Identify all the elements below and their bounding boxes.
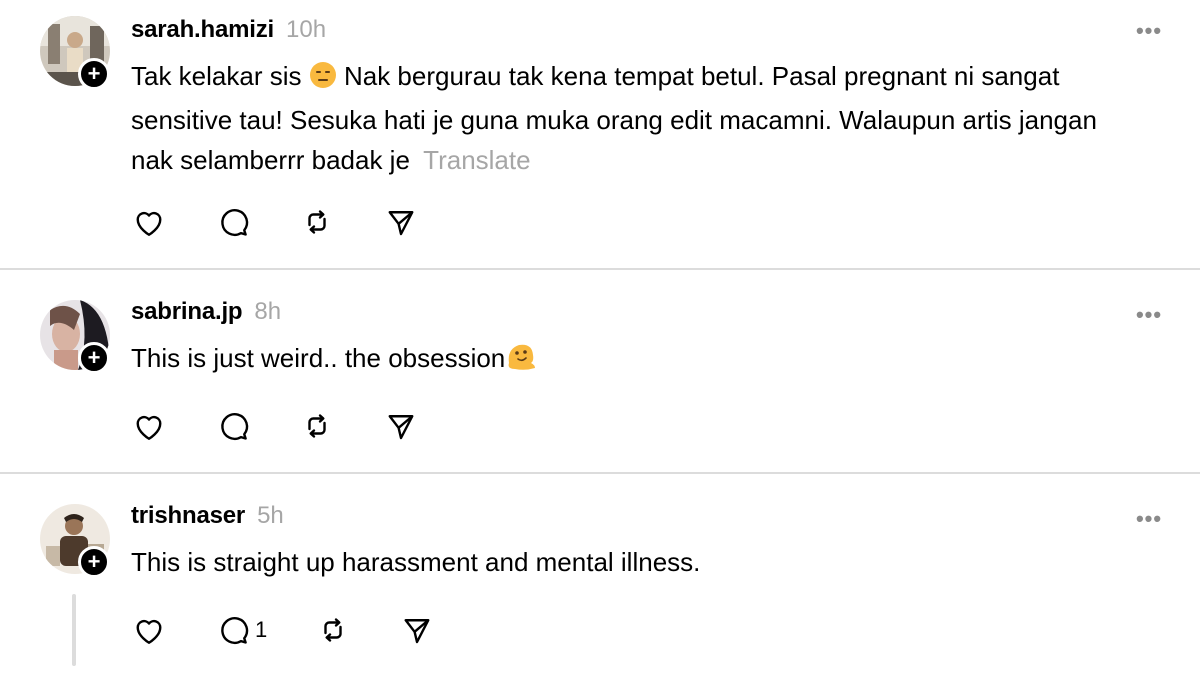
thread-line: [72, 594, 76, 666]
comment-feed: + sarah.hamizi 10h ••• Tak kelakar sis N…: [0, 0, 1200, 673]
post-text-part: This is just weird.. the obsession: [131, 343, 506, 373]
share-button[interactable]: [383, 406, 467, 446]
post-text-part: This is straight up harassment and menta…: [131, 547, 701, 577]
repost-icon: [315, 612, 351, 648]
comment-icon: [215, 612, 251, 648]
post-text: This is straight up harassment and menta…: [131, 542, 1131, 582]
reply-button[interactable]: [215, 202, 299, 242]
post-text: This is just weird.. the obsession: [131, 338, 1131, 382]
avatar-wrap[interactable]: +: [40, 300, 110, 374]
like-button[interactable]: [131, 202, 215, 242]
like-button[interactable]: [131, 406, 215, 446]
more-icon[interactable]: •••: [1134, 508, 1164, 534]
send-icon: [383, 408, 419, 444]
action-bar: [131, 202, 467, 242]
comment-icon: [215, 408, 251, 444]
more-icon[interactable]: •••: [1134, 304, 1164, 330]
heart-icon: [131, 408, 167, 444]
like-button[interactable]: [131, 610, 215, 650]
send-icon: [383, 204, 419, 240]
avatar-wrap[interactable]: +: [40, 16, 110, 90]
action-bar: [131, 406, 467, 446]
comment-icon: [215, 204, 251, 240]
post-header: sabrina.jp 8h: [131, 298, 281, 332]
send-icon: [399, 612, 435, 648]
repost-icon: [299, 408, 335, 444]
timestamp[interactable]: 5h: [257, 502, 284, 530]
post-header: trishnaser 5h: [131, 502, 284, 536]
heart-icon: [131, 204, 167, 240]
username[interactable]: sarah.hamizi: [131, 16, 274, 44]
post-sabrina-jp: + sabrina.jp 8h ••• This is just weird..…: [0, 270, 1200, 472]
share-button[interactable]: [383, 202, 467, 242]
expressionless-face-emoji-icon: [309, 60, 337, 100]
avatar-wrap[interactable]: +: [40, 504, 110, 578]
repost-icon: [299, 204, 335, 240]
post-sarah-hamizi: + sarah.hamizi 10h ••• Tak kelakar sis N…: [0, 0, 1200, 268]
reply-count[interactable]: 1: [255, 617, 267, 643]
follow-plus-icon[interactable]: +: [78, 58, 110, 90]
more-icon[interactable]: •••: [1134, 20, 1164, 46]
heart-icon: [131, 612, 167, 648]
post-trishnaser: + trishnaser 5h ••• This is straight up …: [0, 474, 1200, 673]
post-text-part: Tak kelakar sis: [131, 61, 309, 91]
melting-face-emoji-icon: [505, 341, 537, 382]
repost-button[interactable]: [315, 610, 399, 650]
username[interactable]: trishnaser: [131, 502, 245, 530]
follow-plus-icon[interactable]: +: [78, 546, 110, 578]
timestamp[interactable]: 10h: [286, 16, 326, 44]
action-bar: 1: [131, 610, 483, 650]
post-text: Tak kelakar sis Nak bergurau tak kena te…: [131, 56, 1131, 180]
follow-plus-icon[interactable]: +: [78, 342, 110, 374]
post-header: sarah.hamizi 10h: [131, 16, 326, 50]
repost-button[interactable]: [299, 202, 383, 242]
timestamp[interactable]: 8h: [254, 298, 281, 326]
translate-link[interactable]: Translate: [423, 145, 530, 175]
repost-button[interactable]: [299, 406, 383, 446]
reply-button[interactable]: 1: [215, 610, 315, 650]
share-button[interactable]: [399, 610, 483, 650]
reply-button[interactable]: [215, 406, 299, 446]
username[interactable]: sabrina.jp: [131, 298, 243, 326]
